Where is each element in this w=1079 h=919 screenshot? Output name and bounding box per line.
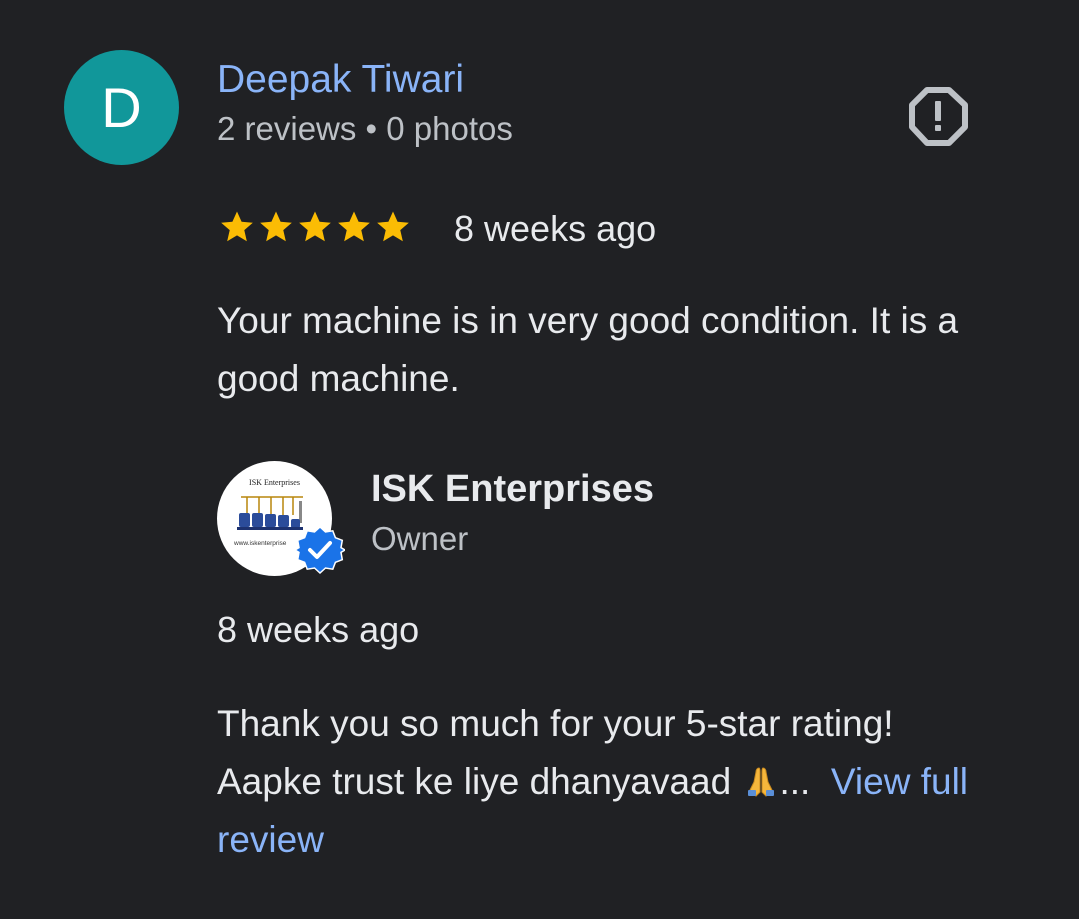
avatar-letter: D [101, 75, 142, 139]
star-icon [221, 211, 253, 242]
reviewer-meta: 2 reviews • 0 photos [217, 110, 513, 147]
verified-badge-icon [293, 525, 347, 575]
reply-date: 8 weeks ago [217, 609, 420, 650]
reviewer-avatar[interactable]: D [64, 50, 179, 165]
logo-url: www.iskenterprise [234, 540, 287, 547]
reply-ellipsis: ... [779, 761, 811, 802]
reply-text-line2: Aapke trust ke liye dhanyavaad [217, 761, 732, 802]
reply-text: Thank you so much for your 5-star rating… [217, 695, 1017, 869]
star-icon [377, 211, 409, 242]
owner-name[interactable]: ISK Enterprises [371, 468, 654, 511]
review-date: 8 weeks ago [454, 208, 657, 249]
report-octagon-icon[interactable] [906, 84, 970, 148]
logo-title: ISK Enterprises [249, 478, 300, 487]
star-rating [218, 207, 413, 247]
star-icon [260, 211, 292, 242]
review-text: Your machine is in very good condition. … [217, 300, 959, 399]
owner-role: Owner [371, 520, 469, 557]
reviewer-name[interactable]: Deepak Tiwari [217, 58, 464, 102]
star-icon [299, 211, 331, 242]
folded-hands-icon [747, 767, 774, 797]
star-icon [338, 211, 370, 242]
reply-text-line1: Thank you so much for your 5-star rating… [217, 703, 894, 744]
